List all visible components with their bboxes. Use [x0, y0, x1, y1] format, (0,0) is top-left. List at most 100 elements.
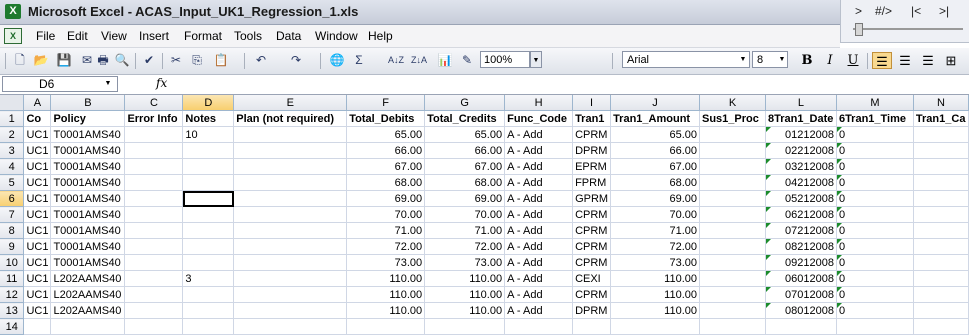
cell[interactable]: EPRM	[572, 158, 612, 175]
cell[interactable]	[124, 190, 184, 207]
hyperlink-icon[interactable]: 🌐	[328, 52, 346, 69]
column-header-f[interactable]: F	[346, 95, 426, 111]
row-header[interactable]: 6	[0, 190, 25, 207]
cell[interactable]	[182, 174, 235, 191]
cell[interactable]	[124, 222, 184, 239]
cell[interactable]: UC1	[23, 254, 52, 271]
cell[interactable]	[233, 286, 348, 303]
cell[interactable]: 110.00	[346, 270, 426, 287]
float-first-button[interactable]: |<	[911, 4, 921, 18]
row-header[interactable]: 5	[0, 174, 25, 191]
cell[interactable]: 65.00	[424, 126, 506, 143]
cell[interactable]: 0	[836, 254, 914, 271]
cell[interactable]: L202AAMS40	[50, 270, 126, 287]
cell[interactable]: 10	[182, 126, 235, 143]
cell[interactable]: T0001AMS40	[50, 126, 126, 143]
cell[interactable]: 04212008	[765, 174, 837, 191]
row-header[interactable]: 8	[0, 222, 25, 239]
column-header-d[interactable]: D	[182, 95, 235, 111]
cell[interactable]: UC1	[23, 190, 52, 207]
cell[interactable]	[182, 190, 235, 207]
cell[interactable]: 0	[836, 126, 914, 143]
cell[interactable]: 0	[836, 238, 914, 255]
column-header-g[interactable]: G	[424, 95, 506, 111]
cell[interactable]: T0001AMS40	[50, 142, 126, 159]
header-cell[interactable]: 8Tran1_Date	[765, 110, 837, 127]
cell[interactable]	[124, 142, 184, 159]
cell[interactable]	[182, 142, 235, 159]
cell[interactable]: 67.00	[424, 158, 506, 175]
align-center-icon[interactable]: ☰	[895, 52, 915, 69]
cell[interactable]: 110.00	[610, 286, 700, 303]
paste-icon[interactable]: 📋	[212, 52, 230, 69]
undo-icon[interactable]: ↶	[252, 52, 270, 69]
cell[interactable]: 0	[836, 158, 914, 175]
cell[interactable]: UC1	[23, 302, 52, 319]
excel-app-icon[interactable]: X	[5, 4, 21, 19]
cell[interactable]	[913, 190, 969, 207]
cell[interactable]	[182, 238, 235, 255]
header-cell[interactable]: Tran1_Amount	[610, 110, 700, 127]
cell[interactable]: A - Add	[504, 126, 574, 143]
cell[interactable]: T0001AMS40	[50, 174, 126, 191]
cell[interactable]	[610, 318, 700, 335]
cell[interactable]	[182, 158, 235, 175]
menu-file[interactable]: File	[36, 29, 55, 43]
float-tag-button[interactable]: #/>	[875, 4, 892, 18]
cell[interactable]: 0	[836, 302, 914, 319]
cell[interactable]	[913, 206, 969, 223]
column-header-h[interactable]: H	[504, 95, 574, 111]
cell[interactable]: 0	[836, 174, 914, 191]
cell[interactable]: A - Add	[504, 270, 574, 287]
cell[interactable]	[913, 174, 969, 191]
cell[interactable]: T0001AMS40	[50, 190, 126, 207]
cut-icon[interactable]: ✂	[167, 52, 185, 69]
cell[interactable]	[182, 286, 235, 303]
cell[interactable]: 67.00	[610, 158, 700, 175]
cell[interactable]: 72.00	[424, 238, 506, 255]
underline-button[interactable]: U	[843, 52, 863, 69]
workbook-icon[interactable]: X	[4, 28, 22, 44]
cell[interactable]: 69.00	[424, 190, 506, 207]
cell[interactable]	[233, 142, 348, 159]
cell[interactable]: A - Add	[504, 254, 574, 271]
row-header[interactable]: 2	[0, 126, 25, 143]
cell[interactable]: 05212008	[765, 190, 837, 207]
column-header-l[interactable]: L	[765, 95, 837, 111]
bold-button[interactable]: B	[797, 52, 817, 69]
row-header[interactable]: 13	[0, 302, 25, 319]
cell[interactable]: 71.00	[346, 222, 426, 239]
cell[interactable]	[233, 318, 348, 335]
cell[interactable]	[233, 158, 348, 175]
cell[interactable]: 110.00	[424, 286, 506, 303]
cell[interactable]	[124, 286, 184, 303]
cell[interactable]	[913, 318, 969, 335]
cell[interactable]	[699, 270, 766, 287]
cell[interactable]: T0001AMS40	[50, 206, 126, 223]
cell[interactable]: A - Add	[504, 238, 574, 255]
float-last-button[interactable]: >|	[939, 4, 949, 18]
zoom-field[interactable]: 100%	[480, 51, 530, 68]
row-header[interactable]: 7	[0, 206, 25, 223]
header-cell[interactable]: Co	[23, 110, 52, 127]
cell[interactable]: UC1	[23, 126, 52, 143]
cell[interactable]	[124, 254, 184, 271]
autosum-icon[interactable]: Σ	[350, 52, 368, 69]
cell[interactable]: 73.00	[424, 254, 506, 271]
cell[interactable]	[424, 318, 506, 335]
new-icon[interactable]: 🗋	[11, 52, 29, 69]
menu-format[interactable]: Format	[184, 29, 222, 43]
cell[interactable]: UC1	[23, 286, 52, 303]
cell[interactable]: A - Add	[504, 142, 574, 159]
row-header[interactable]: 10	[0, 254, 25, 271]
cell[interactable]: A - Add	[504, 190, 574, 207]
cell[interactable]: A - Add	[504, 302, 574, 319]
cell[interactable]	[913, 222, 969, 239]
cell[interactable]: 0	[836, 222, 914, 239]
cell[interactable]: 71.00	[424, 222, 506, 239]
cell[interactable]: 72.00	[346, 238, 426, 255]
save-icon[interactable]: 💾	[55, 52, 73, 69]
cell[interactable]	[233, 222, 348, 239]
menu-edit[interactable]: Edit	[67, 29, 88, 43]
cell[interactable]: 110.00	[424, 270, 506, 287]
